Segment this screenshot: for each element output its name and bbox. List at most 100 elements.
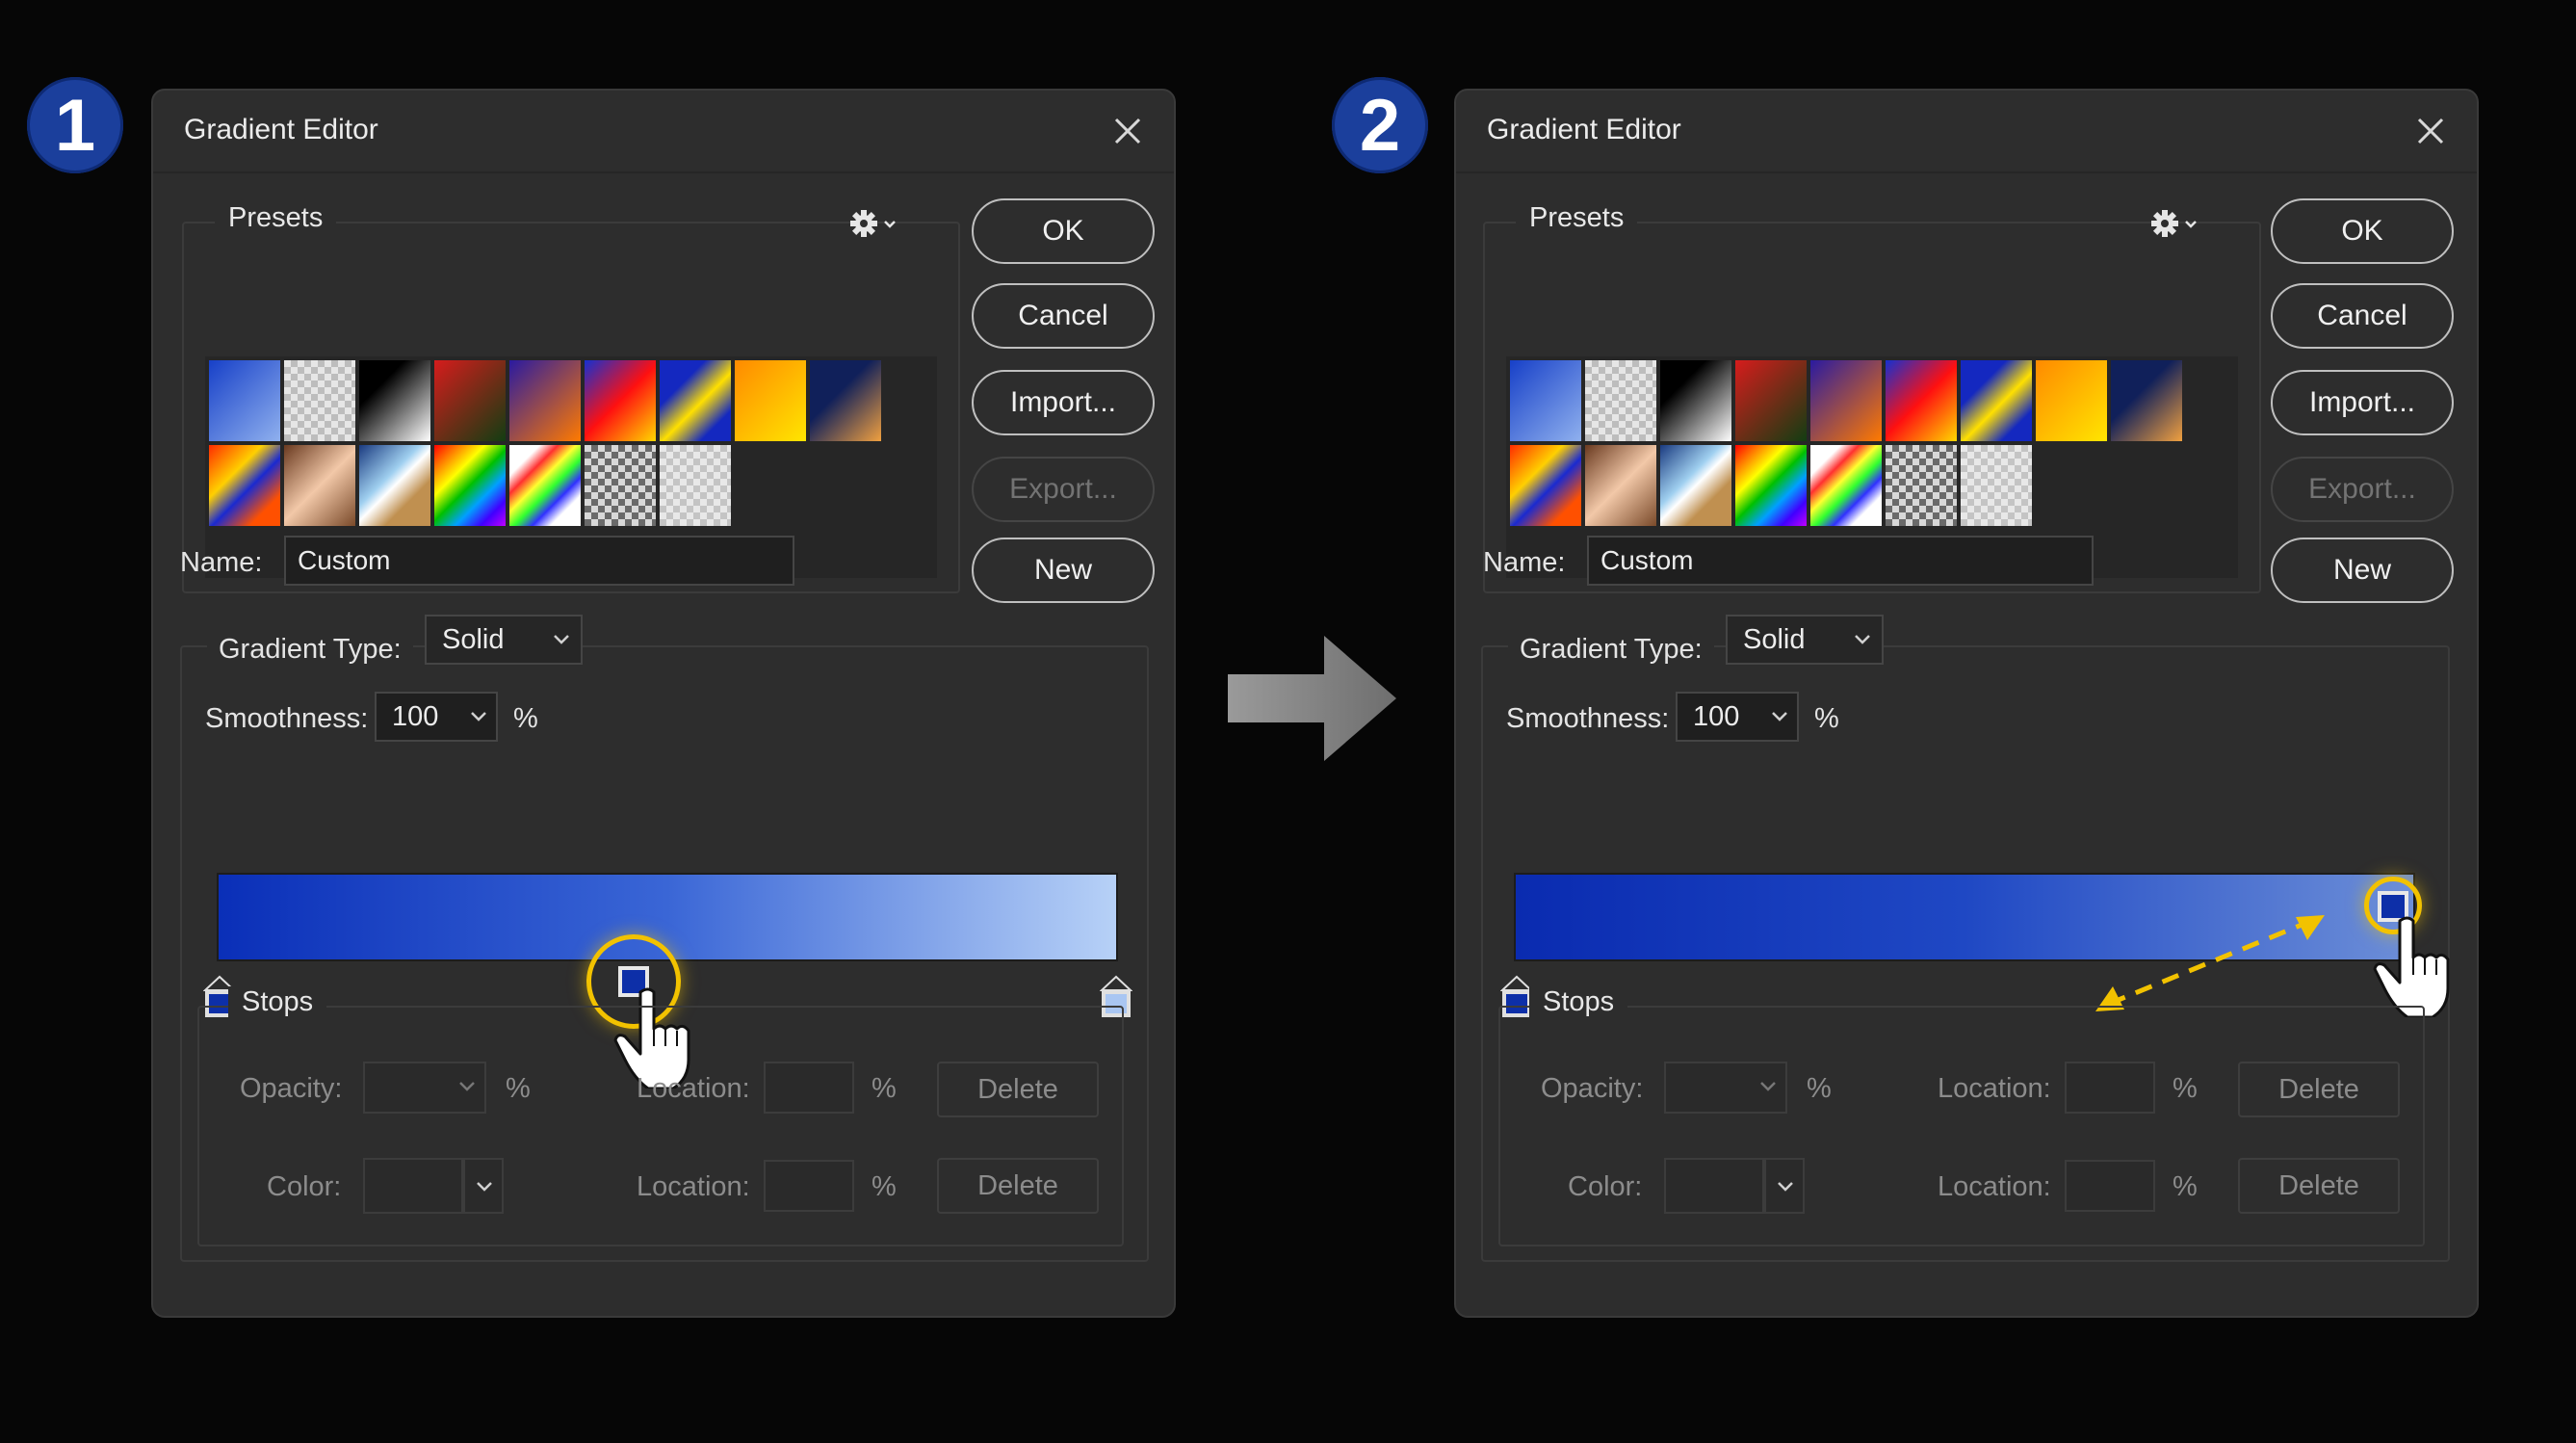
cancel-button[interactable]: Cancel xyxy=(2271,283,2454,349)
import-button[interactable]: Import... xyxy=(2271,370,2454,435)
preset-swatch[interactable] xyxy=(1735,360,1807,441)
preset-swatch[interactable] xyxy=(585,445,656,526)
chevron-down-icon xyxy=(1855,635,1870,644)
preset-swatch[interactable] xyxy=(434,360,506,441)
gradient-settings-group: Gradient Type: Solid Smoothness: 100 % S… xyxy=(1481,615,2450,1262)
stops-group: Stops Opacity: % Location: % Delete Colo… xyxy=(197,986,1124,1246)
preset-swatch[interactable] xyxy=(1660,445,1731,526)
presets-label: Presets xyxy=(215,202,337,234)
gradient-type-select[interactable]: Solid xyxy=(425,615,583,665)
preset-swatch[interactable] xyxy=(209,360,280,441)
gradient-editor-dialog: Gradient Editor Presets OK Cancel Import… xyxy=(151,89,1176,1318)
color-dropdown xyxy=(463,1158,504,1214)
preset-swatch[interactable] xyxy=(1735,445,1807,526)
new-button[interactable]: New xyxy=(2271,538,2454,603)
color-location-input xyxy=(764,1160,854,1212)
color-label: Color: xyxy=(1568,1171,1643,1202)
color-location-label: Location: xyxy=(637,1171,750,1202)
stops-label: Stops xyxy=(228,986,327,1018)
preset-swatch[interactable] xyxy=(1886,360,1957,441)
name-label: Name: xyxy=(180,547,263,578)
gradient-editor-dialog: Gradient Editor Presets OK Cancel Import… xyxy=(1454,89,2479,1318)
opacity-label: Opacity: xyxy=(1541,1073,1644,1104)
ok-button[interactable]: OK xyxy=(972,198,1155,264)
preset-swatch[interactable] xyxy=(434,445,506,526)
gradient-type-value: Solid xyxy=(1743,623,1806,655)
preset-swatch[interactable] xyxy=(284,360,355,441)
preset-swatch[interactable] xyxy=(209,445,280,526)
preset-swatch[interactable] xyxy=(1961,445,2032,526)
gear-icon[interactable] xyxy=(848,204,906,243)
opacity-location-input xyxy=(2065,1062,2155,1114)
stops-group: Stops Opacity: % Location: % Delete Colo… xyxy=(1498,986,2425,1246)
opacity-percent: % xyxy=(1807,1073,1832,1104)
preset-swatch[interactable] xyxy=(359,360,430,441)
opacity-delete-button: Delete xyxy=(2238,1062,2400,1117)
export-button: Export... xyxy=(2271,457,2454,522)
gradient-type-select[interactable]: Solid xyxy=(1726,615,1884,665)
smoothness-select[interactable]: 100 xyxy=(375,692,498,742)
opacity-location-percent: % xyxy=(2173,1073,2198,1104)
color-delete-button: Delete xyxy=(937,1158,1099,1214)
color-delete-button: Delete xyxy=(2238,1158,2400,1214)
opacity-location-label: Location: xyxy=(637,1073,750,1104)
presets-label: Presets xyxy=(1516,202,1638,234)
opacity-percent: % xyxy=(506,1073,531,1104)
preset-swatch[interactable] xyxy=(284,445,355,526)
preset-swatch[interactable] xyxy=(509,360,581,441)
hand-cursor-icon xyxy=(2373,916,2450,1017)
chevron-down-icon xyxy=(459,1082,475,1091)
dialog-title: Gradient Editor xyxy=(184,114,378,145)
preset-swatch[interactable] xyxy=(2036,360,2107,441)
preset-swatch[interactable] xyxy=(2111,360,2182,441)
color-location-label: Location: xyxy=(1938,1171,2051,1202)
gear-icon[interactable] xyxy=(2149,204,2207,243)
new-button[interactable]: New xyxy=(972,538,1155,603)
preset-swatch[interactable] xyxy=(1585,360,1656,441)
gradient-type-label: Gradient Type: xyxy=(1508,634,1714,666)
preset-swatch[interactable] xyxy=(1810,360,1882,441)
smoothness-label: Smoothness: xyxy=(1506,703,1670,734)
name-input[interactable]: Custom xyxy=(284,536,794,586)
titlebar-divider xyxy=(153,171,1174,173)
preset-swatch[interactable] xyxy=(1660,360,1731,441)
cancel-button[interactable]: Cancel xyxy=(972,283,1155,349)
opacity-label: Opacity: xyxy=(240,1073,343,1104)
step-badge: 1 xyxy=(27,77,123,173)
name-input[interactable]: Custom xyxy=(1587,536,2094,586)
preset-swatch[interactable] xyxy=(660,445,731,526)
color-location-input xyxy=(2065,1160,2155,1212)
preset-swatch[interactable] xyxy=(1810,445,1882,526)
smoothness-value: 100 xyxy=(392,700,439,732)
preset-swatch[interactable] xyxy=(660,360,731,441)
import-button[interactable]: Import... xyxy=(972,370,1155,435)
color-location-percent: % xyxy=(2173,1171,2198,1202)
chevron-down-icon xyxy=(1772,712,1787,722)
color-label: Color: xyxy=(267,1171,342,1202)
smoothness-select[interactable]: 100 xyxy=(1676,692,1799,742)
ok-button[interactable]: OK xyxy=(2271,198,2454,264)
titlebar-divider xyxy=(1456,171,2477,173)
preset-swatch[interactable] xyxy=(735,360,806,441)
opacity-delete-button: Delete xyxy=(937,1062,1099,1117)
preset-swatch[interactable] xyxy=(1510,360,1581,441)
color-dropdown xyxy=(1764,1158,1805,1214)
stops-label: Stops xyxy=(1529,986,1628,1018)
smoothness-percent: % xyxy=(513,703,538,734)
close-icon[interactable] xyxy=(2411,112,2450,150)
preset-swatch[interactable] xyxy=(1510,445,1581,526)
color-location-percent: % xyxy=(872,1171,897,1202)
gradient-settings-group: Gradient Type: Solid Smoothness: 100 % S… xyxy=(180,615,1149,1262)
opacity-location-label: Location: xyxy=(1938,1073,2051,1104)
chevron-down-icon xyxy=(471,712,486,722)
opacity-select xyxy=(363,1062,486,1114)
preset-swatch[interactable] xyxy=(1961,360,2032,441)
preset-swatch[interactable] xyxy=(810,360,881,441)
preset-swatch[interactable] xyxy=(585,360,656,441)
preset-swatch[interactable] xyxy=(1886,445,1957,526)
preset-swatch[interactable] xyxy=(1585,445,1656,526)
close-icon[interactable] xyxy=(1108,112,1147,150)
opacity-location-percent: % xyxy=(872,1073,897,1104)
preset-swatch[interactable] xyxy=(509,445,581,526)
preset-swatch[interactable] xyxy=(359,445,430,526)
